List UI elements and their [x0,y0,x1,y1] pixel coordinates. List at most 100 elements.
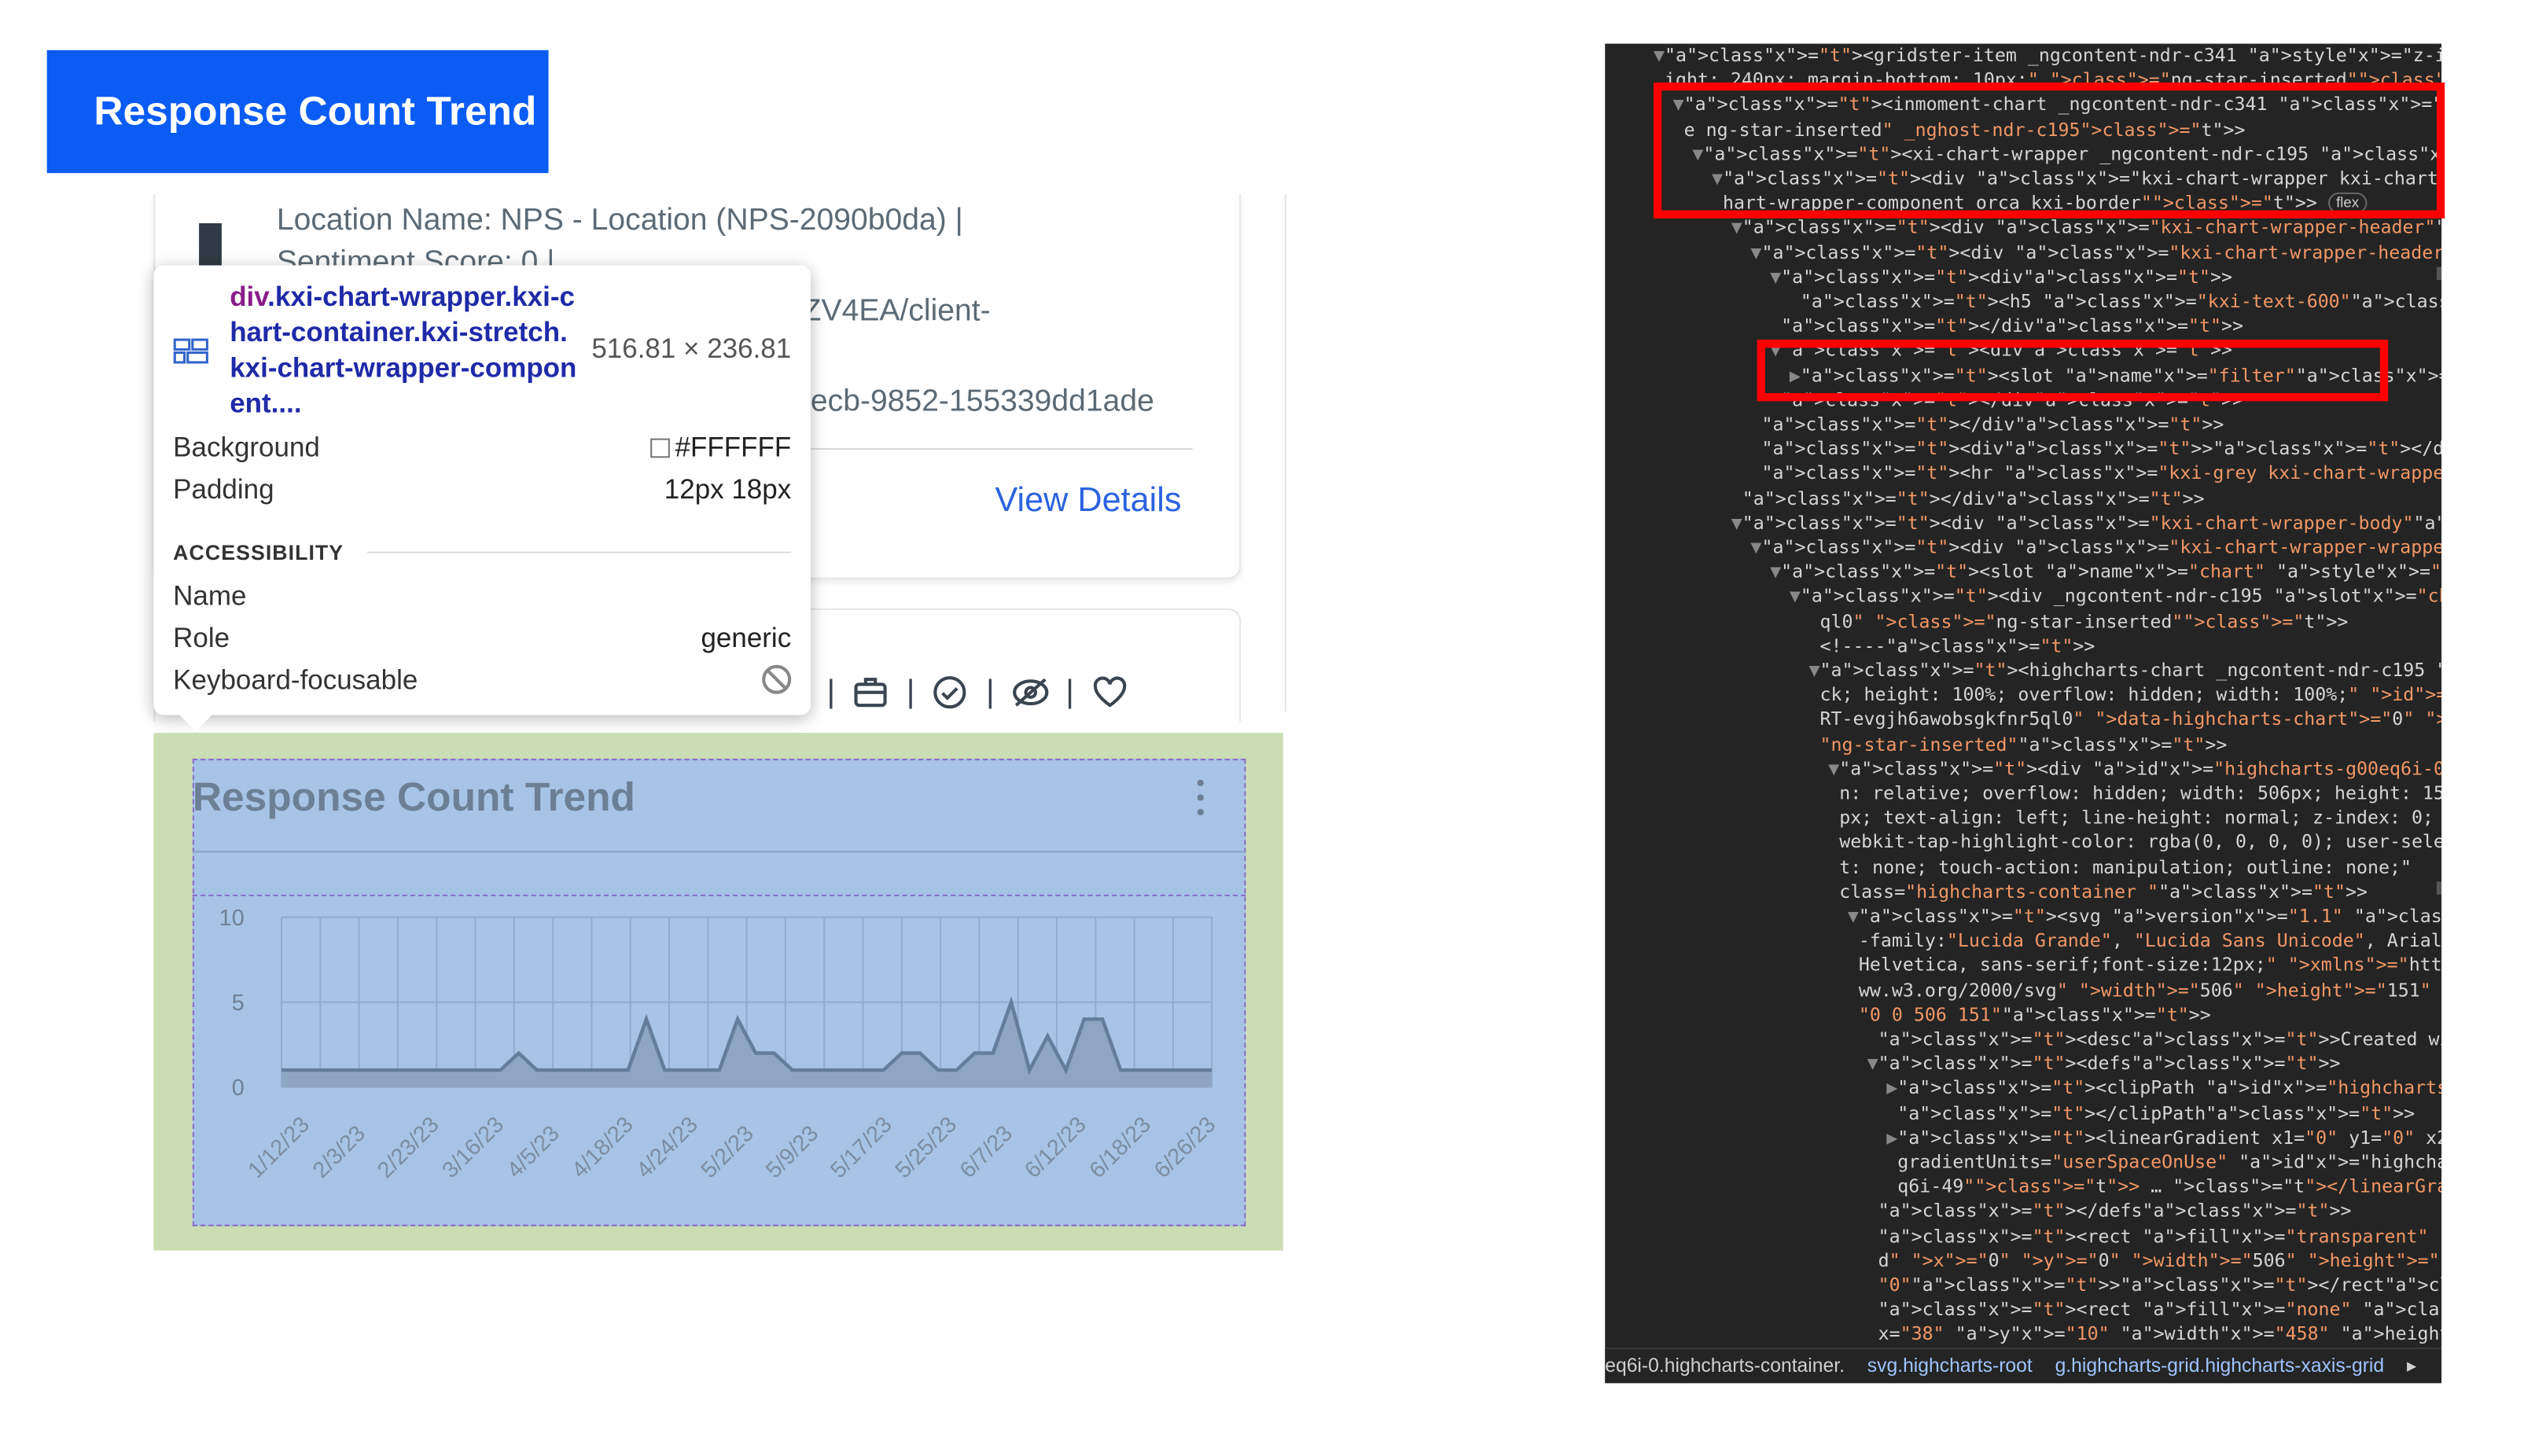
dom-node-line[interactable]: ▶"a">class"x">="t"><clipPath "a">id"x">=… [1886,1076,2441,1101]
dom-node-line[interactable]: ▼"a">class"x">="t"><div "a">class"x">="k… [1750,241,2441,265]
role-row: Role generic [173,623,791,655]
x-tick-label: 5/17/23 [826,1112,897,1183]
dom-node-line[interactable]: ck; height: 100%; overflow: hidden; widt… [1809,683,2442,708]
dom-node-line[interactable]: ▼"a">class"x">="t"><slot "a">name"x">="c… [1770,560,2441,584]
section-divider [367,552,791,553]
separator: | [907,674,915,711]
dom-node-line[interactable]: x="38" "a">y"x">="10" "a">width"x">="458… [1867,1322,2441,1347]
dom-node-line[interactable]: n: relative; overflow: hidden; width: 50… [1828,781,2441,806]
x-tick-label: 5/2/23 [697,1121,759,1183]
dom-node-line[interactable]: d" ">x">="0" ">y">="0" ">width">="506" "… [1867,1248,2441,1273]
title-banner: Response Count Trend [47,50,549,173]
x-tick-label: 5/25/23 [891,1112,962,1183]
y-tick-label: 0 [232,1075,245,1101]
response-id-text: ecb-9852-155339dd1ade [811,385,1154,421]
tooltip-arrow [179,715,212,732]
x-tick-label: 4/24/23 [631,1112,703,1183]
dom-node-line[interactable]: ▶"a">class"x">="t"><linearGradient x1="0… [1886,1126,2441,1150]
dom-node-line[interactable]: ▼"a">class"x">="t"><gridster-item _ngcon… [1654,44,2441,68]
x-tick-label: 1/12/23 [243,1112,315,1183]
x-tick-label: 5/9/23 [761,1121,823,1183]
dom-node-line[interactable]: <!----"a">class"x">="t">> [1809,634,2095,658]
dom-node-line[interactable]: RT-evgjh6awobsgkfnr5ql0" ">data-highchar… [1809,708,2442,732]
dom-node-line[interactable]: "a">class"x">="t"><rect "a">fill"x">="no… [1867,1298,2441,1322]
banner-title: Response Count Trend [94,88,536,135]
x-tick-label: 3/16/23 [437,1112,509,1183]
x-tick-label: 2/3/23 [308,1121,370,1183]
briefcase-icon[interactable] [852,673,890,711]
keyboard-row: Keyboard-focusable [173,665,791,697]
dom-node-line[interactable]: px; text-align: left; line-height: norma… [1828,806,2441,830]
selector-classes: .kxi-chart-wrapper.kxi-chart-container.k… [230,281,576,419]
dom-node-line[interactable]: t: none; touch-action: manipulation; out… [1828,855,2412,880]
dom-node-line[interactable]: ww.w3.org/2000/svg" ">width">="506" ">he… [1848,978,2441,1002]
heart-icon[interactable] [1091,673,1129,711]
dom-node-line[interactable]: ql0" ">class">="ng-star-inserted"">class… [1809,609,2349,634]
background-value: #FFFFFF [675,432,792,462]
dom-node-line[interactable]: ▼"a">class"x">="t"><div "a">class"x">="k… [1750,535,2441,560]
breadcrumb-scroll-right-icon[interactable]: ▸ [2407,1354,2416,1378]
dom-node-line[interactable]: "a">class"x">="t"></div"a">class"x">="t"… [1770,314,2243,339]
dom-node-line[interactable]: webkit-tap-highlight-color: rgba(0, 0, 0… [1828,830,2441,855]
dom-node-line[interactable]: "a">class"x">="t"><rect "a">fill"x">="tr… [1867,1224,2441,1248]
dom-node-line[interactable]: class="highcharts-container ""a">class"x… [1828,880,2368,904]
x-tick-label: 6/18/23 [1085,1112,1157,1183]
padding-value: 12px 18px [664,474,791,506]
dom-node-line[interactable]: q6i-49"">class">="t">> … ">class">="t"><… [1886,1175,2441,1199]
dom-node-line[interactable]: ▼"a">class"x">="t"><div "a">id"x">="high… [1828,757,2441,781]
y-tick-label: 5 [232,991,245,1016]
check-circle-icon[interactable] [931,673,969,711]
view-details-link[interactable]: View Details [995,482,1181,520]
header-divider [193,851,1246,852]
dom-node-line[interactable]: ▼"a">class"x">="t"><defs"a">class"x">="t… [1867,1052,2341,1076]
card-divider [811,448,1193,450]
dom-node-line[interactable]: ▼"a">class"x">="t"><svg "a">version"x">=… [1848,904,2441,928]
dom-node-line[interactable]: -family:"Lucida Grande", "Lucida Sans Un… [1848,929,2441,954]
role-label: Role [173,623,230,655]
element-size: 516.81 × 236.81 [591,333,791,366]
background-row: Background #FFFFFF [173,432,791,464]
x-tick-label: 4/18/23 [567,1112,638,1183]
dom-node-line[interactable]: "ng-star-inserted""a">class"x">="t">> [1809,732,2228,756]
annotation-box-chart-wrapper [1654,83,2445,219]
dom-node-line[interactable]: "a">class"x">="t"></clipPath"a">class"x"… [1886,1101,2415,1125]
dom-node-line[interactable]: ▼"a">class"x">="t"><highcharts-chart _ng… [1809,658,2442,682]
dom-node-line[interactable]: Helvetica, sans-serif;font-size:12px;" "… [1848,954,2441,978]
role-value: generic [701,623,791,655]
action-icons-row: | | | | [826,673,1128,711]
dom-node-line[interactable]: "a">class"x">="t"><h5 "a">class"x">="kxi… [1790,289,2441,314]
padding-row: Padding 12px 18px [173,474,791,506]
dom-node-line[interactable]: "a">class"x">="t"><hr "a">class"x">="kxi… [1750,461,2441,486]
breadcrumb-item[interactable]: g.highcharts-grid.highcharts-xaxis-grid [2055,1354,2385,1378]
dom-node-line[interactable]: "a">class"x">="t"></div"a">class"x">="t"… [1731,487,2205,511]
dom-node-line[interactable]: "0 0 506 151""a">class"x">="t">> [1848,1002,2211,1027]
dom-node-line[interactable]: "a">class"x">="t"><div"a">class"x">="t">… [1750,437,2441,461]
dom-node-line[interactable]: "a">class"x">="t"><desc"a">class"x">="t"… [1867,1028,2441,1052]
x-tick-label: 6/26/23 [1150,1112,1221,1183]
kebab-menu-icon[interactable] [1198,780,1207,822]
padding-label: Padding [173,474,274,506]
scroll-marker [2437,267,2441,280]
y-tick-label: 10 [219,906,245,931]
dom-node-line[interactable]: "a">class"x">="t"></defs"a">class"x">="t… [1867,1200,2352,1224]
breadcrumb-item[interactable]: svg.highcharts-root [1867,1354,2033,1378]
element-selector: div.kxi-chart-wrapper.kxi-chart-containe… [230,280,577,422]
not-allowed-icon [762,665,791,694]
eye-off-icon[interactable] [1010,673,1049,711]
dom-node-line[interactable]: ▼"a">class"x">="t"><div "a">class"x">="k… [1731,511,2441,535]
color-swatch-icon [651,439,671,458]
breadcrumb-item[interactable]: eq6i-0.highcharts-container. [1605,1354,1845,1378]
dom-node-line[interactable]: "0""a">class"x">="t">>"a">class"x">="t">… [1867,1273,2441,1297]
response-trend-chart: 05101/12/232/3/232/23/233/16/234/5/234/1… [193,895,1246,1226]
dom-node-line[interactable]: gradientUnits="userSpaceOnUse" "a">id"x"… [1886,1150,2441,1175]
keyboard-label: Keyboard-focusable [173,665,418,697]
dom-node-line[interactable]: "a">class"x">="t"></div"a">class"x">="t"… [1750,413,2224,437]
devtools-breadcrumb-bar: eq6i-0.highcharts-container. svg.highcha… [1605,1348,2441,1383]
dom-node-line[interactable]: ▼"a">class"x">="t"><div"a">class"x">="t"… [1770,265,2232,289]
dom-node-line[interactable]: ▼"a">class"x">="t"><div "a">class"x">="k… [1731,215,2441,240]
annotation-box-filter-slot [1757,340,2389,401]
client-id-text: ZV4EA/client- [803,295,991,330]
x-tick-label: 6/12/23 [1020,1112,1091,1183]
name-row: Name [173,581,791,613]
dom-node-line[interactable]: ▼"a">class"x">="t"><div _ngcontent-ndr-c… [1790,585,2441,609]
